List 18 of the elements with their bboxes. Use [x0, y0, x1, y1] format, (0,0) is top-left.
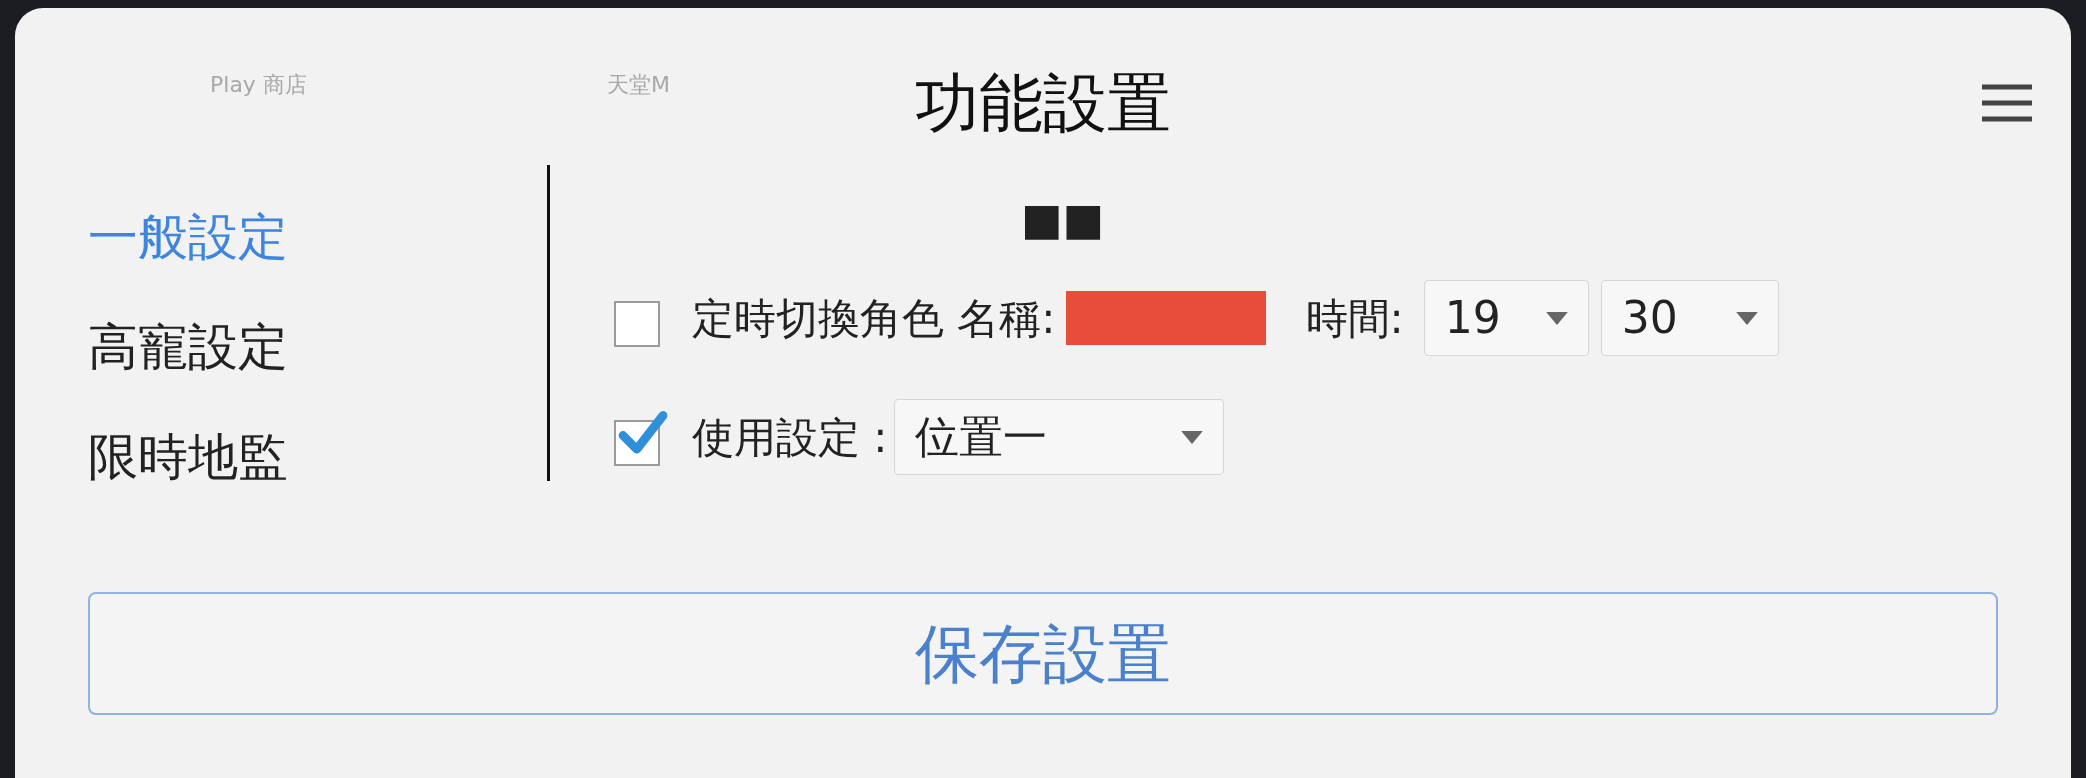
app-label: 天堂M	[606, 71, 670, 99]
panel-heading: ■■	[1020, 197, 1105, 241]
sidebar-item[interactable]: 高寵設定	[88, 311, 547, 383]
checked-checkbox[interactable]	[614, 408, 670, 466]
caret-icon	[1735, 311, 1758, 325]
time-label: 時間:	[1305, 292, 1404, 345]
app-label: Play 商店	[210, 71, 307, 99]
caret-icon	[1180, 430, 1203, 444]
option-label: 定時切換角色 名稱:	[692, 292, 1056, 345]
menu-icon[interactable]	[1981, 83, 2033, 123]
dropdown[interactable]: 30	[1600, 280, 1779, 356]
dropdown[interactable]: 19	[1423, 280, 1589, 356]
caret-icon	[1545, 311, 1568, 325]
save-button[interactable]: 保存設置	[88, 592, 1998, 715]
sidebar-item[interactable]: 限時地監	[88, 421, 547, 493]
option-label: 使用設定 :	[692, 411, 888, 464]
dialog-title: 功能設置	[915, 65, 1171, 142]
dropdown[interactable]: 位置一	[893, 399, 1224, 475]
